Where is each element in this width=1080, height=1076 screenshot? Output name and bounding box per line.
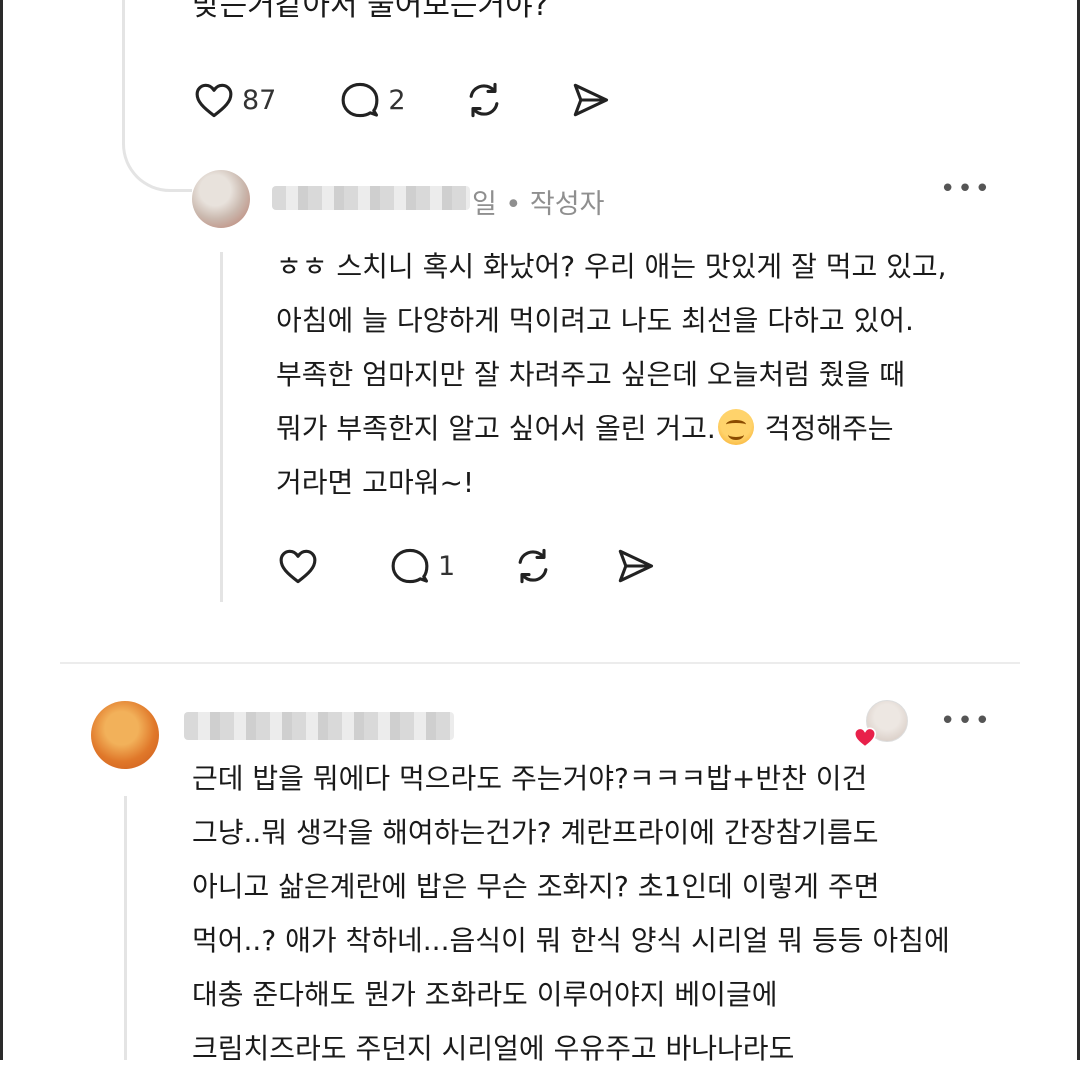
like-count: 87 [242,84,277,116]
repost-button[interactable] [511,544,555,588]
comment-line-4: 먹어..? 애가 착하네...음식이 뭐 한식 양식 시리얼 뭐 등등 아침에 [192,924,950,957]
reply-line-5: 거라면 고마워~! [276,466,475,499]
comment-line-2: 그냥..뭐 생각을 해여하는건가? 계란프라이에 간장참기름도 [192,816,879,849]
reply-count: 2 [388,84,406,116]
send-icon [618,549,654,583]
heart-icon [195,83,233,118]
reply-line-1: ㅎㅎ 스치니 혹시 화났어? 우리 애는 맛있게 잘 먹고 있고, [276,250,947,283]
more-options-button[interactable]: ••• [940,174,992,204]
like-button[interactable] [276,544,326,588]
thread-connector [122,0,192,192]
previous-comment-text: 맞는거같아서 물어보는거야? [192,0,549,23]
heart-icon [279,549,317,584]
send-icon [573,83,608,117]
repost-button[interactable] [462,78,506,122]
reply-line-3: 부족한 엄마지만 잘 차려주고 싶은데 오늘처럼 줬을 때 [276,358,906,391]
heart-badge-icon [853,727,877,748]
repost-icon [469,82,498,118]
reply-line-4-text: 뭐가 부족한지 알고 싶어서 올린 거고. [276,412,716,445]
reply-line-4: 뭐가 부족한지 알고 싶어서 올린 거고. 걱정해주는 [276,402,947,456]
previous-comment-actions: 87 2 [192,78,612,122]
comment-line-1: 근데 밥을 뭐에다 먹으라도 주는거야?ㅋㅋㅋ밥+반찬 이건 [192,762,868,795]
smiling-face-emoji-icon [717,409,754,445]
reply-line-4-tail: 걱정해주는 [764,412,894,445]
comment-icon [391,548,429,584]
reply-meta: 일 • 작성자 [472,189,605,220]
like-button[interactable]: 87 [192,78,276,122]
avatar[interactable] [91,701,159,769]
repost-icon [518,548,548,584]
reply-line-2: 아침에 늘 다양하게 먹이려고 나도 최선을 다하고 있어. [276,304,914,337]
username-blurred[interactable] [184,712,454,740]
reply-actions: 1 [276,544,657,588]
comment-text: 근데 밥을 뭐에다 먹으라도 주는거야?ㅋㅋㅋ밥+반찬 이건 그냥..뭐 생각을… [192,752,950,1076]
username-blurred[interactable] [272,186,470,210]
reply-count: 1 [438,550,456,582]
reply-button[interactable]: 2 [338,78,406,122]
reply-button[interactable]: 1 [388,544,455,588]
comment-icon [341,82,379,118]
comment-divider [60,662,1020,664]
thread-line [124,796,127,1060]
share-button[interactable] [613,544,657,588]
more-options-button[interactable]: ••• [940,706,992,736]
thread-line [220,252,223,602]
share-button[interactable] [568,78,612,122]
comment-line-3: 아니고 삶은계란에 밥은 무슨 조화지? 초1인데 이렇게 주면 [192,870,880,903]
avatar[interactable] [192,170,250,228]
screen-edge-left [0,0,3,1060]
reply-text: ㅎㅎ 스치니 혹시 화났어? 우리 애는 맛있게 잘 먹고 있고, 아침에 늘 … [276,240,947,510]
comment-line-5: 대충 준다해도 뭔가 조화라도 이루어야지 베이글에 [192,978,778,1011]
comment-line-6: 크림치즈라도 주던지 시리얼에 우유주고 바나나라도 [192,1032,795,1065]
